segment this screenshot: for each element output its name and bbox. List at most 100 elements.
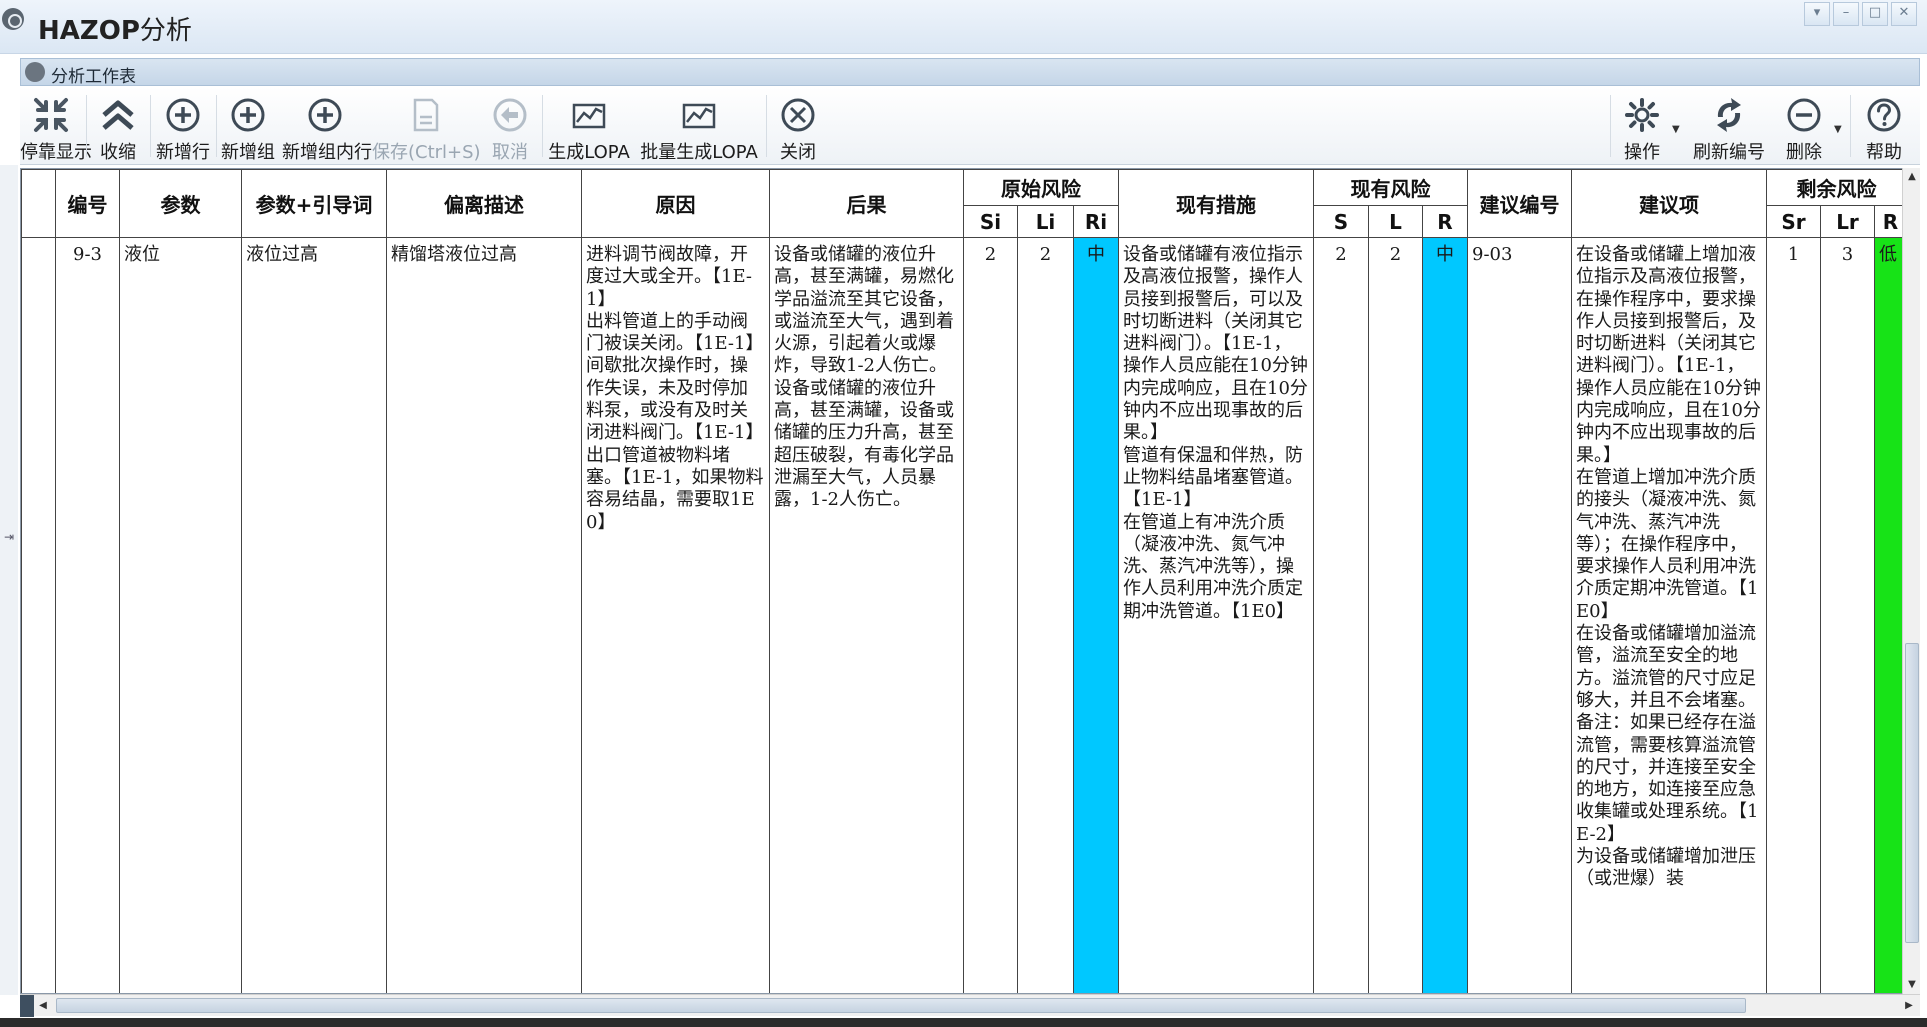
col-header-ri[interactable]: Ri: [1073, 205, 1119, 238]
cell-lr[interactable]: 3: [1820, 237, 1875, 993]
horizontal-scroll-thumb[interactable]: [56, 998, 1746, 1013]
suggestion-text: 在管道上增加冲洗介质的接头（凝液冲洗、氮气冲洗、蒸汽冲洗等）；在操作程序中，要求…: [1576, 466, 1759, 622]
save-button[interactable]: 保存(Ctrl+S): [372, 89, 481, 163]
plus-circle-icon: [231, 98, 265, 132]
cause-text: 出料管道上的手动阀门被误关闭。【1E-1】: [586, 310, 764, 355]
cell-suggestion-no[interactable]: 9-03: [1467, 237, 1572, 993]
suggestion-text: 在设备或储罐增加溢流管，溢流至安全的地方。溢流管的尺寸应足够大，并且不会堵塞。备…: [1576, 623, 1759, 845]
measure-text: 在管道上有冲洗介质（凝液冲洗、氮气冲洗、蒸汽冲洗等），操作人员利用冲洗介质定期冲…: [1123, 511, 1303, 622]
cell-li[interactable]: 2: [1017, 237, 1074, 993]
measure-text: 设备或储罐有液位指示及高液位报警，操作人员接到报警后，可以及时切断进料（关闭其它…: [1123, 244, 1308, 444]
scroll-down-arrow-icon[interactable]: ▼: [1903, 976, 1921, 994]
scroll-up-arrow-icon[interactable]: ▲: [1903, 168, 1921, 186]
cancel-button[interactable]: 取消: [482, 89, 538, 163]
col-header-s[interactable]: S: [1313, 205, 1369, 238]
cause-text: 进料调节阀故障，开度过大或全开。【1E-1】: [586, 244, 753, 310]
col-header-consequence[interactable]: 后果: [769, 169, 964, 238]
operate-chevron-down-icon[interactable]: ▼: [1672, 124, 1680, 135]
left-splitter[interactable]: ⇥: [0, 165, 18, 995]
line-chart-icon: [572, 103, 606, 129]
toolbar-divider: [1850, 95, 1851, 157]
row-selector-header: [21, 169, 56, 238]
row-selector-cell[interactable]: [21, 237, 56, 993]
consequence-text: 设备或储罐的液位升高，甚至满罐，设备或储罐的压力升高，甚至超压破裂，有毒化学品泄…: [774, 377, 954, 511]
window-title-bar: HAZOP分析 ▾ – □ ✕: [0, 0, 1927, 54]
toolbar-divider: [766, 95, 767, 157]
toolbar-divider: [1610, 95, 1611, 157]
dock-button[interactable]: 停靠显示: [20, 89, 92, 163]
maximize-button[interactable]: □: [1862, 2, 1888, 26]
collapse-button[interactable]: 收缩: [90, 89, 146, 163]
col-header-deviation[interactable]: 偏离描述: [386, 169, 582, 238]
panel-title: 分析工作表: [51, 67, 136, 87]
cell-no[interactable]: 9-3: [55, 237, 120, 993]
vertical-scroll-thumb[interactable]: [1905, 643, 1919, 943]
col-header-param-guide[interactable]: 参数+引导词: [241, 169, 387, 238]
vertical-scrollbar[interactable]: ▲ ▼: [1902, 168, 1920, 994]
col-header-param[interactable]: 参数: [119, 169, 242, 238]
add-group-button[interactable]: 新增组: [220, 89, 276, 163]
panel-header: 分析工作表: [20, 58, 1920, 87]
suggestion-text: 在设备或储罐上增加液位指示及高液位报警，在操作程序中，要求操作人员接到报警后，及…: [1576, 244, 1761, 466]
hazop-table: 编号 参数 参数+引导词 偏离描述 原因 后果 原始风险 现有措施 现有风险 建…: [21, 169, 1907, 993]
col-header-suggestion-no[interactable]: 建议编号: [1467, 169, 1572, 238]
cell-s[interactable]: 2: [1313, 237, 1369, 993]
toolbar-divider: [86, 95, 87, 157]
help-button[interactable]: 帮助: [1856, 89, 1912, 163]
add-group-row-button[interactable]: 新增组内行: [282, 89, 372, 163]
cell-si[interactable]: 2: [963, 237, 1018, 993]
col-header-cause[interactable]: 原因: [581, 169, 770, 238]
operate-dropdown-button[interactable]: 操作: [1614, 89, 1670, 163]
batch-generate-lopa-button[interactable]: 批量生成LOPA: [636, 89, 762, 163]
plus-circle-icon: [166, 98, 200, 132]
cell-sr[interactable]: 1: [1766, 237, 1821, 993]
refresh-numbering-button[interactable]: 刷新编号: [1686, 89, 1772, 163]
help-label: 帮助: [1866, 142, 1902, 163]
add-row-label: 新增行: [156, 142, 210, 163]
cell-consequence[interactable]: 设备或储罐的液位升高，甚至满罐，易燃化学品溢流至其它设备，或溢流至大气，遇到着火…: [769, 237, 964, 993]
delete-dropdown-button[interactable]: 删除: [1776, 89, 1832, 163]
cell-param[interactable]: 液位: [119, 237, 242, 993]
collapse-label: 收缩: [100, 142, 136, 163]
cell-l[interactable]: 2: [1368, 237, 1423, 993]
cell-ri[interactable]: 中: [1073, 237, 1119, 993]
col-header-lr[interactable]: Lr: [1820, 205, 1875, 238]
col-header-suggestion[interactable]: 建议项: [1571, 169, 1767, 238]
operate-label: 操作: [1624, 142, 1660, 163]
col-header-l[interactable]: L: [1368, 205, 1423, 238]
cell-deviation[interactable]: 精馏塔液位过高: [386, 237, 582, 993]
scroll-right-arrow-icon[interactable]: ▶: [1900, 997, 1918, 1015]
col-header-r[interactable]: R: [1422, 205, 1468, 238]
col-header-current-risk[interactable]: 现有风险: [1313, 169, 1468, 206]
toolbar-divider: [150, 95, 151, 157]
close-window-button[interactable]: ✕: [1891, 2, 1917, 26]
taskbar-strip: [0, 1018, 1927, 1027]
col-header-residual-risk[interactable]: 剩余风险: [1766, 169, 1907, 206]
cell-r[interactable]: 中: [1422, 237, 1468, 993]
cancel-label: 取消: [492, 142, 528, 163]
cell-measures[interactable]: 设备或储罐有液位指示及高液位报警，操作人员接到报警后，可以及时切断进料（关闭其它…: [1118, 237, 1314, 993]
col-header-li[interactable]: Li: [1017, 205, 1074, 238]
title-prefix: HAZOP: [38, 16, 140, 46]
add-row-button[interactable]: 新增行: [155, 89, 211, 163]
compress-arrows-icon: [34, 98, 68, 132]
delete-label: 删除: [1786, 142, 1822, 163]
horizontal-scrollbar[interactable]: ◀ ▶: [20, 994, 1920, 1017]
generate-lopa-button[interactable]: 生成LOPA: [546, 89, 632, 163]
col-header-no[interactable]: 编号: [55, 169, 120, 238]
table-row[interactable]: 9-3 液位 液位过高 精馏塔液位过高 进料调节阀故障，开度过大或全开。【1E-…: [21, 237, 1907, 993]
cell-param-guide[interactable]: 液位过高: [241, 237, 387, 993]
col-header-measures[interactable]: 现有措施: [1118, 169, 1314, 238]
scroll-left-arrow-icon[interactable]: ◀: [34, 997, 52, 1015]
cell-cause[interactable]: 进料调节阀故障，开度过大或全开。【1E-1】 出料管道上的手动阀门被误关闭。【1…: [581, 237, 770, 993]
app-logo-icon: [2, 8, 24, 30]
col-header-sr[interactable]: Sr: [1766, 205, 1821, 238]
delete-chevron-down-icon[interactable]: ▼: [1834, 124, 1842, 135]
col-header-original-risk[interactable]: 原始风险: [963, 169, 1119, 206]
close-button[interactable]: 关闭: [770, 89, 826, 163]
col-header-si[interactable]: Si: [963, 205, 1018, 238]
toolbar-divider: [542, 95, 543, 157]
pin-icon[interactable]: ▾: [1804, 2, 1830, 26]
minimize-button[interactable]: –: [1833, 2, 1859, 26]
cell-suggestion[interactable]: 在设备或储罐上增加液位指示及高液位报警，在操作程序中，要求操作人员接到报警后，及…: [1571, 237, 1767, 993]
